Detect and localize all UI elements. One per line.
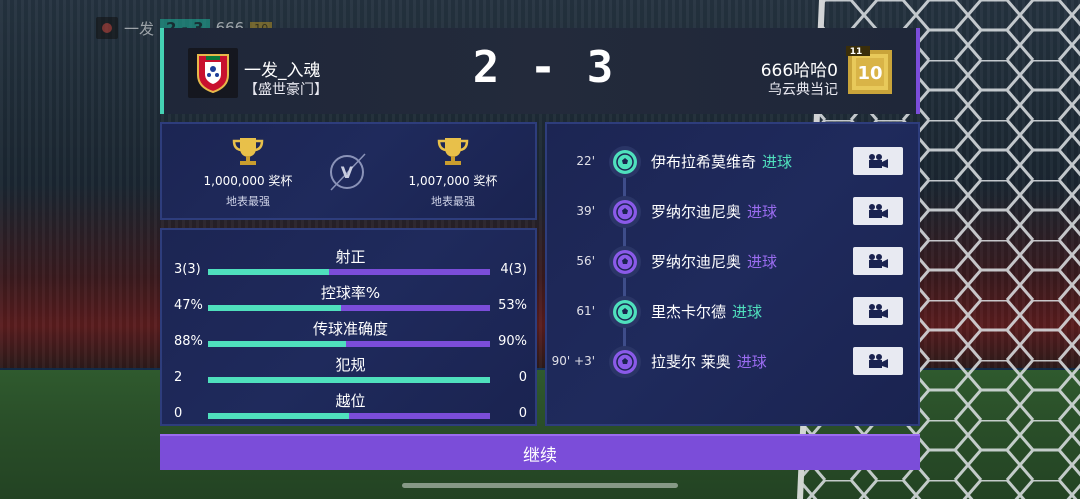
vs-label: V xyxy=(341,163,354,182)
video-camera-icon xyxy=(869,354,888,368)
soccer-ball-icon xyxy=(609,346,641,378)
goal-events-panel: 22' 伊布拉希莫维奇 进球 39' 罗纳尔迪尼奥 进球 56' 罗纳尔迪尼奥 进球 … xyxy=(545,122,920,426)
stat-label: 控球率% xyxy=(320,284,381,302)
match-stats-panel: 射正 3(3) 4(3) 控球率% 47% 53% 传球准确度 88% 90% … xyxy=(160,228,537,426)
team-rating-badge-icon: 11 10 xyxy=(846,46,892,94)
event-player: 里杰卡尔德 xyxy=(651,303,727,321)
stat-bar xyxy=(208,305,490,311)
event-minute: 39' xyxy=(576,204,595,218)
trophy-icon xyxy=(232,138,264,165)
stat-away-value: 90% xyxy=(498,334,527,349)
mini-team: 一发 xyxy=(124,19,155,38)
mini-crest-icon xyxy=(96,17,118,39)
video-camera-icon xyxy=(869,204,888,218)
stat-bar-fill xyxy=(208,413,349,419)
home-trophy-title: 地表最强 xyxy=(226,195,270,208)
goal-event: 90' +3' 拉斐尔 莱奥 进球 xyxy=(547,342,922,382)
stat-label: 越位 xyxy=(335,392,366,410)
stat-bar xyxy=(208,269,490,275)
event-minute: 56' xyxy=(576,254,595,268)
soccer-ball-icon xyxy=(609,296,641,328)
event-minute: 90' +3' xyxy=(551,354,595,368)
away-club-name: 乌云典当记 xyxy=(768,82,838,98)
stat-home-value: 2 xyxy=(174,370,183,385)
stat-bar xyxy=(208,413,490,419)
soccer-ball-icon xyxy=(609,246,641,278)
trophy-panel: 1,000,000 奖杯 地表最强 V 1,007,000 奖杯 地表最强 xyxy=(160,122,537,220)
stat-bar-fill xyxy=(208,269,330,275)
stat-row-fouls: 犯规 2 0 xyxy=(162,354,539,392)
stat-bar-fill xyxy=(208,305,341,311)
home-trophy: 1,000,000 奖杯 地表最强 xyxy=(178,136,318,209)
stat-label: 犯规 xyxy=(335,356,366,374)
stat-row-offsides: 越位 0 0 xyxy=(162,390,539,428)
versus-icon: V xyxy=(330,153,366,191)
match-header: 一发_入魂 【盛世豪门】 2 - 3 666哈哈0 乌云典当记 11 10 xyxy=(160,28,920,114)
goal-event: 22' 伊布拉希莫维奇 进球 xyxy=(547,142,922,182)
rating-small: 11 xyxy=(850,47,863,57)
goal-event: 61' 里杰卡尔德 进球 xyxy=(547,292,922,332)
replay-button[interactable] xyxy=(853,347,903,375)
goal-event: 56' 罗纳尔迪尼奥 进球 xyxy=(547,242,922,282)
replay-button[interactable] xyxy=(853,297,903,325)
event-player: 伊布拉希莫维奇 xyxy=(651,153,757,171)
event-player: 罗纳尔迪尼奥 xyxy=(651,253,742,271)
event-type: 进球 xyxy=(732,303,763,321)
away-trophy: 1,007,000 奖杯 地表最强 xyxy=(383,136,523,209)
rating-big: 10 xyxy=(857,63,882,84)
stat-label: 传球准确度 xyxy=(312,320,388,338)
event-type: 进球 xyxy=(747,253,778,271)
soccer-ball-icon xyxy=(609,146,641,178)
home-indicator[interactable] xyxy=(402,483,678,488)
event-player: 罗纳尔迪尼奥 xyxy=(651,203,742,221)
event-minute: 61' xyxy=(576,304,595,318)
stat-home-value: 3(3) xyxy=(174,262,201,277)
stat-home-value: 47% xyxy=(174,298,203,313)
stat-away-value: 0 xyxy=(518,370,527,385)
stat-away-value: 4(3) xyxy=(500,262,527,277)
stat-bar-fill xyxy=(208,341,347,347)
stat-away-value: 53% xyxy=(498,298,527,313)
trophy-icon xyxy=(437,138,469,165)
video-camera-icon xyxy=(869,254,888,268)
goal-event: 39' 罗纳尔迪尼奥 进球 xyxy=(547,192,922,232)
event-minute: 22' xyxy=(576,154,595,168)
stat-row-possession: 控球率% 47% 53% xyxy=(162,282,539,320)
away-trophy-title: 地表最强 xyxy=(431,195,475,208)
stat-row-pass-accuracy: 传球准确度 88% 90% xyxy=(162,318,539,356)
away-trophy-amount: 1,007,000 奖杯 xyxy=(408,174,498,188)
stat-bar-fill xyxy=(208,377,490,383)
event-type: 进球 xyxy=(747,203,778,221)
continue-button[interactable]: 继续 xyxy=(160,434,920,470)
soccer-ball-icon xyxy=(609,196,641,228)
stat-bar xyxy=(208,341,490,347)
stat-label: 射正 xyxy=(335,248,366,266)
stat-away-value: 0 xyxy=(518,406,527,421)
home-trophy-amount: 1,000,000 奖杯 xyxy=(203,174,293,188)
away-team-name: 666哈哈0 xyxy=(760,61,838,81)
replay-button[interactable] xyxy=(853,147,903,175)
event-player: 拉斐尔 莱奥 xyxy=(651,353,731,371)
stat-bar xyxy=(208,377,490,383)
video-camera-icon xyxy=(869,304,888,318)
stat-home-value: 0 xyxy=(174,406,183,421)
replay-button[interactable] xyxy=(853,197,903,225)
video-camera-icon xyxy=(869,154,888,168)
stat-home-value: 88% xyxy=(174,334,203,349)
stat-row-shots-on-target: 射正 3(3) 4(3) xyxy=(162,246,539,284)
event-type: 进球 xyxy=(736,353,767,371)
replay-button[interactable] xyxy=(853,247,903,275)
event-type: 进球 xyxy=(762,153,793,171)
